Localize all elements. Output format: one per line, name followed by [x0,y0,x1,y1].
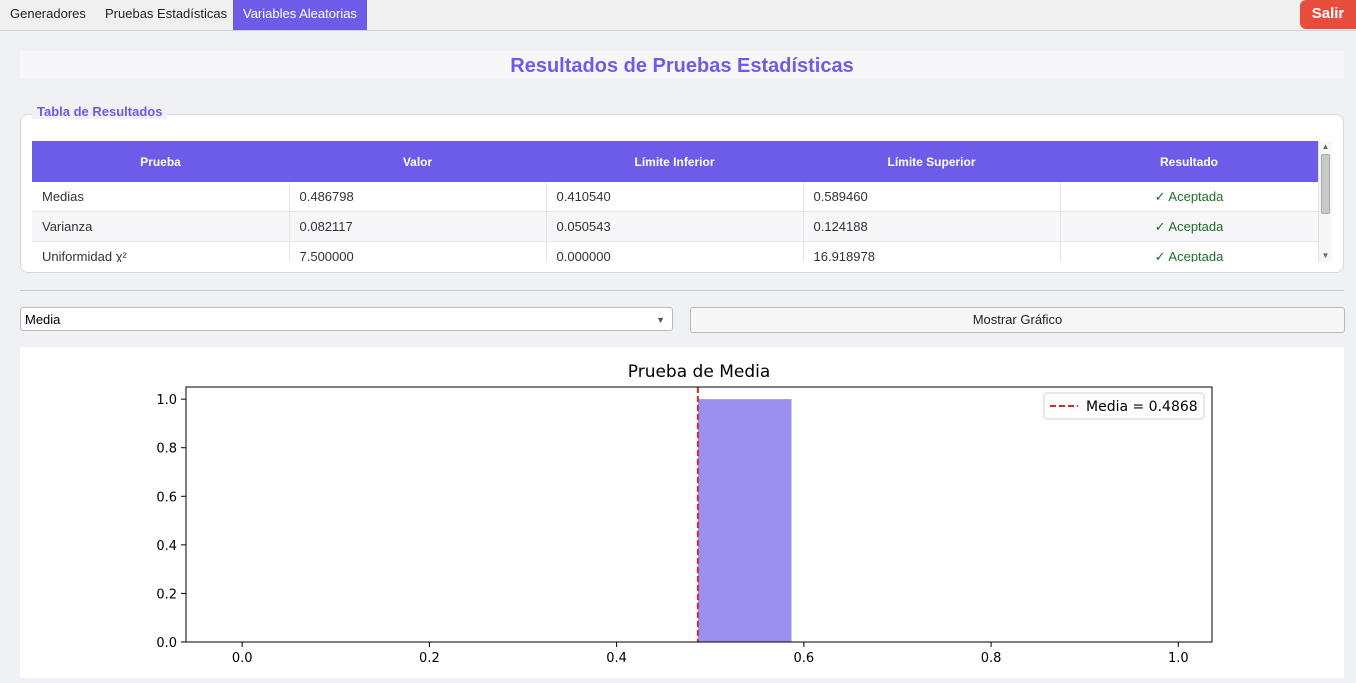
group-title: Tabla de Resultados [32,104,168,119]
exit-button[interactable]: Salir [1300,0,1356,29]
cell-valor: 0.082117 [289,211,547,242]
x-tick-label: 1.0 [1168,651,1189,666]
cell-prueba: Varianza [32,211,290,242]
cell-resultado: ✓ Aceptada [1060,182,1319,212]
mean-test-chart: Prueba de Media 0.0 0.2 0.4 0.6 0.8 1.0 0.0 0.2 0… [156,362,1213,666]
y-tick-label: 0.4 [156,539,177,554]
x-tick-label: 0.2 [419,651,440,666]
cell-limite-inferior: 0.050543 [546,211,804,242]
cell-resultado: ✓ Aceptada [1060,241,1319,262]
y-tick-label: 0.0 [156,636,177,651]
x-tick-label: 0.0 [232,651,253,666]
chart-panel: Prueba de Media 0.0 0.2 0.4 0.6 0.8 1.0 0.0 0.2 0… [20,347,1344,678]
table-row[interactable]: Uniformidad χ² 7.500000 0.000000 16.9189… [32,241,1319,262]
tab-pruebas-estadisticas[interactable]: Pruebas Estadísticas [95,0,237,30]
header-prueba[interactable]: Prueba [32,141,289,182]
y-tick-label: 0.6 [156,490,177,505]
page-title: Resultados de Pruebas Estadísticas [510,55,854,77]
chart-title: Prueba de Media [628,362,771,382]
chevron-down-icon: ▼ [656,315,665,325]
scroll-down-icon[interactable]: ▼ [1319,250,1332,262]
x-tick-label: 0.6 [794,651,815,666]
y-tick-label: 1.0 [156,393,177,408]
cell-limite-inferior: 0.000000 [546,241,804,262]
legend-label: Media = 0.4868 [1086,399,1198,415]
cell-valor: 0.486798 [289,182,547,212]
tab-variables-aleatorias[interactable]: Variables Aleatorias [233,0,367,30]
title-bar: Resultados de Pruebas Estadísticas [20,51,1344,79]
x-tick-label: 0.4 [606,651,627,666]
header-resultado[interactable]: Resultado [1060,141,1318,182]
test-select-value: Media [25,312,61,327]
show-chart-button[interactable]: Mostrar Gráfico [690,307,1345,333]
cell-limite-inferior: 0.410540 [546,182,804,212]
header-limite-superior[interactable]: Límite Superior [803,141,1060,182]
results-table: Prueba Valor Límite Inferior Límite Supe… [32,141,1331,262]
cell-limite-superior: 0.124188 [803,211,1061,242]
cell-valor: 7.500000 [289,241,547,262]
histogram-bar [697,399,792,642]
scroll-up-icon[interactable]: ▲ [1319,141,1332,153]
test-select[interactable]: Media ▼ [20,307,673,331]
cell-prueba: Medias [32,182,290,212]
cell-limite-superior: 16.918978 [803,241,1061,262]
table-row[interactable]: Varianza 0.082117 0.050543 0.124188 ✓ Ac… [32,211,1319,242]
table-scrollbar[interactable]: ▲ ▼ [1318,141,1332,262]
table-header-row: Prueba Valor Límite Inferior Límite Supe… [32,141,1318,182]
cell-limite-superior: 0.589460 [803,182,1061,212]
table-row[interactable]: Medias 0.486798 0.410540 0.589460 ✓ Acep… [32,182,1319,212]
x-tick-label: 0.8 [981,651,1002,666]
tab-generadores[interactable]: Generadores [0,0,96,30]
cell-resultado: ✓ Aceptada [1060,211,1319,242]
tab-bar: Generadores Pruebas Estadísticas Variabl… [0,0,1356,31]
y-tick-label: 0.2 [156,587,177,602]
header-valor[interactable]: Valor [289,141,546,182]
header-limite-inferior[interactable]: Límite Inferior [546,141,803,182]
cell-prueba: Uniformidad χ² [32,241,290,262]
y-tick-label: 0.8 [156,442,177,457]
scrollbar-thumb[interactable] [1321,154,1330,214]
separator [20,290,1344,291]
